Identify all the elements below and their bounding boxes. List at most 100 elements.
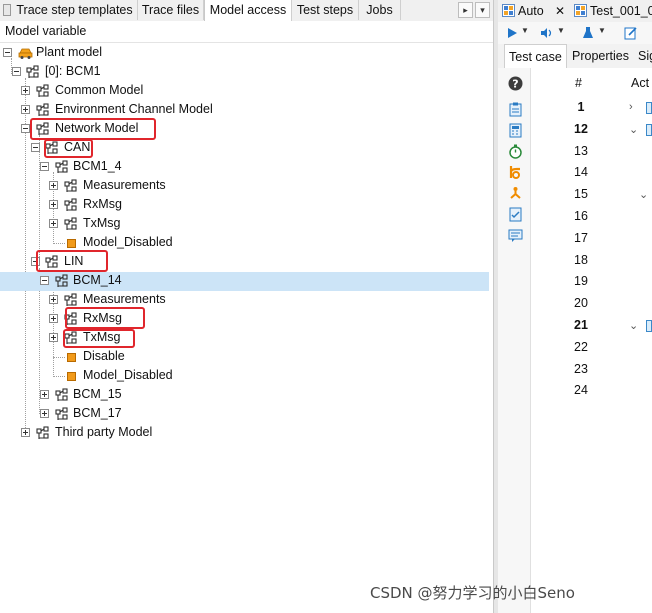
expand-toggle[interactable] (49, 181, 58, 190)
annotation-box-lin (36, 250, 108, 272)
tab-label: Sig (638, 49, 652, 63)
tab-label: Trace step templates (16, 3, 133, 17)
chevron-right-icon[interactable]: › (629, 101, 633, 113)
tab-model-access[interactable]: Model access (204, 0, 292, 22)
annotation-box-rxmsg (65, 307, 145, 329)
tree-row-plant-model[interactable]: Plant model (0, 44, 489, 63)
tree-row-can-measurements[interactable]: Measurements (0, 177, 489, 196)
tree-row-bcm-14[interactable]: BCM_14 (0, 272, 489, 291)
left-tab-bar: Trace step templates Trace files Model a… (0, 0, 493, 22)
tree-row-bcm1-4[interactable]: BCM1_4 (0, 158, 489, 177)
tree-label: RxMsg (83, 197, 122, 211)
step-number[interactable]: 1 (553, 100, 609, 114)
stopwatch-icon[interactable] (508, 144, 523, 159)
step-block-icon (646, 320, 652, 332)
chevron-down-icon[interactable]: ▼ (521, 26, 529, 35)
tree-row-lin-disable[interactable]: Disable (0, 348, 489, 367)
tree-label: Third party Model (55, 425, 153, 439)
tree-row-can-rxmsg[interactable]: RxMsg (0, 196, 489, 215)
step-number[interactable]: 18 (553, 253, 609, 267)
expand-toggle[interactable] (40, 409, 49, 418)
step-number[interactable]: 12 (553, 122, 609, 136)
tab-label: Properties (572, 49, 629, 63)
tab-trace-files[interactable]: Trace files (138, 0, 204, 20)
tab-test-steps[interactable]: Test steps (292, 0, 359, 20)
tab-label: Test_001_0 (590, 4, 652, 18)
network-node-icon (55, 407, 68, 421)
tab-label: Auto (518, 4, 544, 18)
flask-icon[interactable] (582, 26, 594, 40)
expand-toggle[interactable] (21, 86, 30, 95)
column-header-action: Act (631, 76, 650, 90)
network-node-icon (26, 65, 39, 79)
speaker-icon[interactable] (540, 27, 553, 39)
tree-row-common-model[interactable]: Common Model (0, 82, 489, 101)
expand-toggle[interactable] (49, 200, 58, 209)
chevron-down-icon[interactable]: ▼ (598, 26, 606, 35)
step-number[interactable]: 21 (553, 318, 609, 332)
tree-row-third-party-model[interactable]: Third party Model (0, 424, 489, 443)
network-node-icon (36, 103, 49, 117)
column-header: Model variable (0, 21, 493, 43)
car-icon (18, 48, 33, 59)
branch-icon[interactable] (508, 165, 523, 180)
tab-list-dropdown-button[interactable]: ▾ (475, 2, 490, 18)
annotation-box-txmsg (63, 329, 135, 348)
collapse-toggle[interactable] (21, 124, 30, 133)
step-number[interactable]: 22 (553, 340, 609, 354)
clipboard-icon[interactable] (508, 102, 523, 117)
chevron-down-icon[interactable]: ⌄ (629, 319, 638, 332)
expand-toggle[interactable] (49, 333, 58, 342)
collapse-toggle[interactable] (40, 276, 49, 285)
tree-row-bcm1[interactable]: [0]: BCM1 (0, 63, 489, 82)
step-number[interactable]: 13 (553, 144, 609, 158)
step-number[interactable]: 16 (553, 209, 609, 223)
tree-label: Model_Disabled (83, 235, 173, 249)
tab-trace-step-templates[interactable]: Trace step templates (0, 0, 138, 20)
calculator-icon[interactable] (508, 123, 523, 138)
collapse-toggle[interactable] (40, 162, 49, 171)
step-number[interactable]: 14 (553, 165, 609, 179)
play-icon[interactable] (506, 27, 518, 39)
step-number[interactable]: 17 (553, 231, 609, 245)
step-number[interactable]: 19 (553, 274, 609, 288)
collapse-toggle[interactable] (12, 67, 21, 76)
chevron-down-icon[interactable]: ▼ (557, 26, 565, 35)
close-icon[interactable]: ✕ (555, 0, 565, 22)
collapse-toggle[interactable] (31, 143, 40, 152)
tab-test-case[interactable]: Test case (504, 44, 567, 68)
chevron-down-icon[interactable]: ⌄ (629, 123, 638, 136)
chevron-down-icon[interactable]: ⌄ (639, 188, 648, 201)
fork-icon[interactable] (508, 186, 523, 201)
step-number[interactable]: 23 (553, 362, 609, 376)
expand-toggle[interactable] (21, 105, 30, 114)
step-number[interactable]: 15 (553, 187, 609, 201)
checklist-icon[interactable] (508, 207, 523, 222)
tree-row-lin-model-disabled[interactable]: Model_Disabled (0, 367, 489, 386)
help-icon[interactable]: ? (508, 76, 523, 91)
tree-row-bcm-15[interactable]: BCM_15 (0, 386, 489, 405)
network-node-icon (64, 217, 77, 231)
scroll-tabs-right-button[interactable]: ▸ (458, 2, 473, 18)
expand-toggle[interactable] (21, 428, 30, 437)
network-node-icon (55, 274, 68, 288)
tab-properties[interactable]: Properties (568, 44, 633, 68)
tree-label: Measurements (83, 178, 166, 192)
step-number[interactable]: 20 (553, 296, 609, 310)
comment-icon[interactable] (508, 228, 523, 243)
tab-jobs[interactable]: Jobs (359, 0, 401, 20)
step-number[interactable]: 24 (553, 383, 609, 397)
tab-signals[interactable]: Sig (634, 44, 652, 68)
expand-toggle[interactable] (49, 314, 58, 323)
expand-toggle[interactable] (40, 390, 49, 399)
edit-icon[interactable] (624, 26, 638, 40)
expand-toggle[interactable] (49, 219, 58, 228)
expand-toggle[interactable] (49, 295, 58, 304)
network-node-icon (64, 179, 77, 193)
tree-row-can-txmsg[interactable]: TxMsg (0, 215, 489, 234)
tree-row-bcm-17[interactable]: BCM_17 (0, 405, 489, 424)
tree-label: BCM_15 (73, 387, 122, 401)
network-node-icon (36, 426, 49, 440)
arrow-right-icon: ▸ (463, 5, 468, 15)
collapse-toggle[interactable] (3, 48, 12, 57)
